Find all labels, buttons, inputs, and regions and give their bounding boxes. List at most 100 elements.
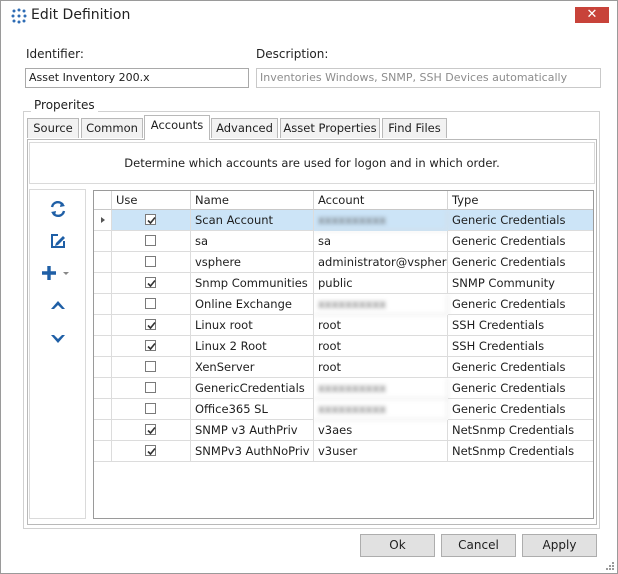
table-row[interactable]: sa sa Generic Credentials [94,231,593,252]
row-header-cell[interactable] [94,378,112,399]
add-icon[interactable] [38,262,60,284]
window-title: Edit Definition [31,7,131,23]
account-cell: v3aes [314,420,448,441]
use-checkbox[interactable] [145,298,156,309]
name-cell: sa [191,231,314,252]
type-cell: NetSnmp Credentials [448,420,593,441]
use-checkbox[interactable] [145,424,156,435]
name-cell: SNMPv3 AuthNoPriv [191,441,314,462]
row-header-cell[interactable] [94,441,112,462]
use-checkbox[interactable] [145,235,156,246]
row-header-cell[interactable] [94,315,112,336]
use-checkbox[interactable] [145,319,156,330]
table-row[interactable]: Snmp Communities public SNMP Community [94,273,593,294]
use-cell [112,294,191,315]
use-cell [112,441,191,462]
type-cell: SSH Credentials [448,315,593,336]
edit-definition-window: Edit Definition ✕ Identifier: Asset Inve… [0,0,618,574]
ok-button[interactable]: Ok [360,534,435,557]
refresh-icon[interactable] [47,198,69,220]
use-cell [112,210,191,231]
name-cell: SNMP v3 AuthPriv [191,420,314,441]
use-checkbox[interactable] [145,277,156,288]
use-cell [112,336,191,357]
app-icon [11,8,27,24]
resize-grip-icon[interactable] [604,560,614,570]
row-header-cell[interactable] [94,294,112,315]
tab-find-files[interactable]: Find Files [382,118,447,138]
identifier-input[interactable]: Asset Inventory 200.x [25,68,249,88]
table-row[interactable]: Linux 2 Root root SSH Credentials [94,336,593,357]
use-checkbox[interactable] [145,340,156,351]
use-checkbox[interactable] [145,445,156,456]
table-row[interactable]: SNMP v3 AuthPriv v3aes NetSnmp Credentials [94,420,593,441]
use-cell [112,315,191,336]
table-row[interactable]: SNMPv3 AuthNoPriv v3user NetSnmp Credentia… [94,441,593,462]
type-cell: Generic Credentials [448,252,593,273]
info-text: Determine which accounts are used for lo… [29,142,595,184]
tab-asset-properties[interactable]: Asset Properties [280,118,380,138]
use-cell [112,273,191,294]
table-row[interactable]: Scan Account xxxxxxxxxx Generic Credential… [94,210,593,231]
name-cell: XenServer [191,357,314,378]
row-header-cell[interactable] [94,273,112,294]
name-cell: Linux root [191,315,314,336]
use-cell [112,399,191,420]
table-row[interactable]: GenericCredentials xxxxxxxxxx Generic Cred… [94,378,593,399]
name-cell: Linux 2 Root [191,336,314,357]
name-cell: GenericCredentials [191,378,314,399]
title-bar: Edit Definition ✕ [1,1,617,31]
add-dropdown-chevron-down-icon[interactable] [61,264,71,282]
account-cell: xxxxxxxxxx [314,294,448,315]
type-cell: Generic Credentials [448,294,593,315]
type-cell: SSH Credentials [448,336,593,357]
tab-common[interactable]: Common [81,118,143,138]
apply-button[interactable]: Apply [522,534,597,557]
cancel-button[interactable]: Cancel [441,534,516,557]
tab-accounts[interactable]: Accounts [144,115,210,140]
table-row[interactable]: Office365 SL xxxxxxxxxx Generic Credential… [94,399,593,420]
column-header-use[interactable]: Use [112,191,191,210]
properties-group-label: Properites [31,98,98,112]
column-header-type[interactable]: Type [448,191,593,210]
use-cell [112,378,191,399]
account-toolbar [29,189,86,519]
use-checkbox[interactable] [145,361,156,372]
tab-advanced[interactable]: Advanced [211,118,278,138]
use-checkbox[interactable] [145,382,156,393]
use-checkbox[interactable] [145,256,156,267]
table-row[interactable]: Linux root root SSH Credentials [94,315,593,336]
account-cell: xxxxxxxxxx [314,210,448,231]
type-cell: Generic Credentials [448,231,593,252]
row-header-column [94,191,112,210]
close-icon: ✕ [586,7,598,22]
account-cell: administrator@vsphere.... [314,252,448,273]
table-row[interactable]: XenServer root Generic Credentials [94,357,593,378]
row-header-cell[interactable] [94,357,112,378]
row-header-cell[interactable] [94,252,112,273]
move-up-icon[interactable] [47,294,69,316]
column-header-account[interactable]: Account [314,191,448,210]
table-row[interactable]: vsphereadministrator@vsphere....Generic … [94,252,593,273]
description-input[interactable]: Inventories Windows, SNMP, SSH Devices a… [256,68,601,88]
type-cell: SNMP Community [448,273,593,294]
row-header-cell[interactable] [94,336,112,357]
use-checkbox[interactable] [145,214,156,225]
account-cell: public [314,273,448,294]
tab-source[interactable]: Source [27,118,79,138]
row-header-cell[interactable] [94,399,112,420]
close-button[interactable]: ✕ [575,7,609,23]
table-row[interactable]: Online Exchange xxxxxxxxxx Generic Credent… [94,294,593,315]
use-checkbox[interactable] [145,403,156,414]
move-down-icon[interactable] [47,327,69,349]
account-cell: xxxxxxxxxx [314,399,448,420]
row-header-cell[interactable] [94,210,112,231]
edit-icon[interactable] [47,230,69,252]
account-cell: v3user [314,441,448,462]
account-cell: root [314,315,448,336]
column-header-name[interactable]: Name [191,191,314,210]
row-header-cell[interactable] [94,231,112,252]
type-cell: Generic Credentials [448,210,593,231]
row-header-cell[interactable] [94,420,112,441]
use-cell [112,357,191,378]
